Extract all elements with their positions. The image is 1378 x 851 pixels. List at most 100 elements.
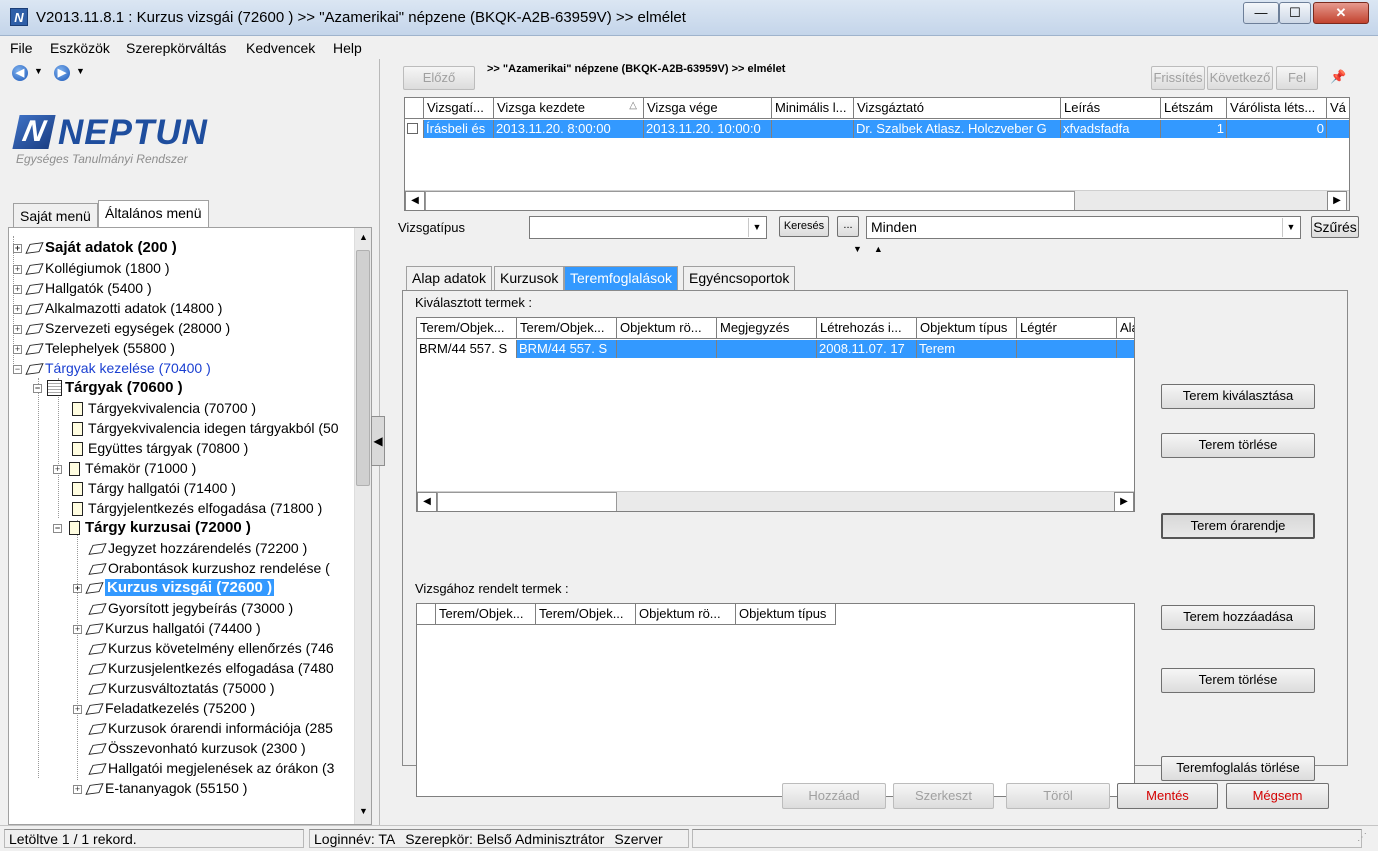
column-header[interactable]: Ala (1117, 318, 1134, 339)
column-header[interactable]: Leírás (1061, 98, 1161, 119)
tab-basic-data[interactable]: Alap adatok (406, 266, 492, 290)
exam-grid-hscroll[interactable]: ◀ ▶ (405, 190, 1349, 210)
table-cell[interactable]: BRM/44 557. S (417, 340, 517, 358)
minimize-button[interactable]: — (1243, 2, 1279, 24)
table-cell[interactable]: 0 (1227, 120, 1327, 138)
column-header[interactable]: Objektum típus (736, 604, 836, 625)
save-button[interactable]: Mentés (1117, 783, 1218, 809)
tree-item-subject-courses[interactable]: − Tárgy kurzusai (72000 ) (53, 518, 251, 538)
table-cell[interactable] (717, 340, 817, 358)
scroll-thumb[interactable] (356, 250, 370, 486)
tree-item[interactable]: Kurzusjelentkezés elfogadása (7480 (89, 658, 334, 678)
column-header[interactable]: Vizsga vége (644, 98, 772, 119)
table-cell[interactable]: Dr. Szalbek Atlasz. Holczveber G (854, 120, 1061, 138)
add-button[interactable]: Hozzáad (782, 783, 886, 809)
tree-item[interactable]: Együttes tárgyak (70800 ) (69, 438, 248, 458)
table-cell[interactable]: 2008.11.07. 17 (817, 340, 917, 358)
cancel-button[interactable]: Mégsem (1226, 783, 1329, 809)
column-header[interactable]: Objektum típus (917, 318, 1017, 339)
tab-own-menu[interactable]: Saját menü (13, 203, 98, 227)
tree-item[interactable]: + Alkalmazotti adatok (14800 ) (13, 298, 222, 318)
column-header[interactable]: Objektum rö... (636, 604, 736, 625)
back-icon[interactable]: ◀ (12, 65, 28, 81)
tree-item[interactable]: Jegyzet hozzárendelés (72200 ) (89, 538, 307, 558)
table-cell[interactable]: 1 (1161, 120, 1227, 138)
next-button[interactable]: Következő (1207, 66, 1273, 90)
column-header[interactable]: Terem/Objek... (517, 318, 617, 339)
tree-item[interactable]: Gyorsított jegybeírás (73000 ) (89, 598, 293, 618)
scroll-left-icon[interactable]: ◀ (417, 492, 437, 511)
tree-item-subjects[interactable]: − Tárgyak (70600 ) (33, 378, 183, 398)
column-header[interactable]: Terem/Objek... (536, 604, 636, 625)
search-button[interactable]: Keresés (779, 216, 829, 237)
tree-item[interactable]: Tárgy hallgatói (71400 ) (69, 478, 236, 498)
tree-item-subjects-management[interactable]: − Tárgyak kezelése (70400 ) (13, 358, 211, 378)
tab-courses[interactable]: Kurzusok (494, 266, 565, 290)
menu-help[interactable]: Help (333, 40, 362, 56)
forward-icon[interactable]: ▶ (54, 65, 70, 81)
table-cell[interactable]: 2013.11.20. 8:00:00 (494, 120, 644, 138)
column-header[interactable]: Vá (1327, 98, 1349, 119)
back-dropdown-icon[interactable]: ▼ (34, 66, 43, 76)
tree-item[interactable]: + Kurzus hallgatói (74400 ) (73, 618, 261, 638)
column-header[interactable]: Légtér (1017, 318, 1117, 339)
delete-booking-button[interactable]: Teremfoglalás törlése (1161, 756, 1315, 781)
menu-role-switch[interactable]: Szerepkörváltás (126, 40, 226, 56)
column-header[interactable]: Vizsgáztató (854, 98, 1061, 119)
filter-button[interactable]: Szűrés (1311, 216, 1359, 238)
tree-vertical-scrollbar[interactable]: ▲ ▼ (354, 228, 371, 824)
tree-item[interactable]: Kurzusváltoztatás (75000 ) (89, 678, 275, 698)
close-button[interactable]: ✕ (1313, 2, 1369, 24)
tree-item[interactable]: + E-tananyagok (55150 ) (73, 778, 247, 798)
scroll-left-icon[interactable]: ◀ (405, 191, 425, 210)
scroll-right-icon[interactable]: ▶ (1327, 191, 1347, 210)
scroll-right-icon[interactable]: ▶ (1114, 492, 1134, 511)
resize-grip-icon[interactable]: ⋰ (1357, 832, 1367, 843)
scroll-thumb[interactable] (425, 191, 1075, 210)
up-button[interactable]: Fel (1276, 66, 1318, 90)
tree-item[interactable]: Hallgatói megjelenések az órákon (3 (89, 758, 334, 778)
tree-item[interactable]: + Telephelyek (55800 ) (13, 338, 175, 358)
tab-individual-groups[interactable]: Egyéncsoportok (683, 266, 796, 290)
arrow-down-icon[interactable]: ▼ (853, 244, 874, 254)
tree-item[interactable]: Kurzusok órarendi információja (285 (89, 718, 333, 738)
add-room-button[interactable]: Terem hozzáadása (1161, 605, 1315, 630)
rooms-grid-hscroll[interactable]: ◀ ▶ (417, 491, 1134, 511)
column-header[interactable]: Terem/Objek... (417, 318, 517, 339)
tree-item[interactable]: + Feladatkezelés (75200 ) (73, 698, 255, 718)
tree-item[interactable]: + Témakör (71000 ) (53, 458, 196, 478)
column-header[interactable]: Vizsga kezdete △ (494, 98, 644, 119)
table-cell[interactable]: BRM/44 557. S (517, 340, 617, 358)
tree-item[interactable]: Tárgyekvivalencia (70700 ) (69, 398, 256, 418)
panel-resize-arrows[interactable]: ▼▲ (853, 244, 895, 254)
column-header[interactable]: Várólista léts... (1227, 98, 1327, 119)
maximize-button[interactable]: ☐ (1279, 2, 1311, 24)
tree-item[interactable]: Kurzus követelmény ellenőrzés (746 (89, 638, 334, 658)
row-checkbox[interactable] (405, 120, 424, 138)
tree-item[interactable]: Tárgyjelentkezés elfogadása (71800 ) (69, 498, 322, 518)
column-header[interactable]: Vizsgatí... (424, 98, 494, 119)
scope-select[interactable]: Minden ▼ (866, 216, 1301, 239)
table-cell[interactable]: 2013.11.20. 10:00:0 (644, 120, 772, 138)
table-cell[interactable] (1117, 340, 1134, 358)
tree-item[interactable]: Orabontások kurzushoz rendelése ( (89, 558, 330, 578)
menu-favorites[interactable]: Kedvencek (246, 40, 315, 56)
scroll-thumb[interactable] (437, 492, 617, 511)
tree-item[interactable]: + Saját adatok (200 ) (13, 238, 177, 258)
table-cell[interactable]: Írásbeli és (424, 120, 494, 138)
edit-button[interactable]: Szerkeszt (893, 783, 994, 809)
tree-item[interactable]: Tárgyekvivalencia idegen tárgyakból (50 (69, 418, 339, 438)
scroll-up-icon[interactable]: ▲ (359, 232, 368, 242)
column-header[interactable]: Terem/Objek... (436, 604, 536, 625)
table-cell[interactable]: xfvadsfadfa (1061, 120, 1161, 138)
tab-general-menu[interactable]: Általános menü (98, 200, 209, 227)
delete-button[interactable]: Töröl (1006, 783, 1110, 809)
select-room-button[interactable]: Terem kiválasztása (1161, 384, 1315, 409)
room-schedule-button[interactable]: Terem órarendje (1161, 513, 1315, 539)
exam-type-select[interactable]: ▼ (529, 216, 767, 239)
table-cell[interactable] (1017, 340, 1117, 358)
delete-exam-room-button[interactable]: Terem törlése (1161, 668, 1315, 693)
table-cell[interactable] (617, 340, 717, 358)
tree-item-course-exams[interactable]: + Kurzus vizsgái (72600 ) (73, 578, 275, 598)
tree-item[interactable]: Összevonható kurzusok (2300 ) (89, 738, 306, 758)
